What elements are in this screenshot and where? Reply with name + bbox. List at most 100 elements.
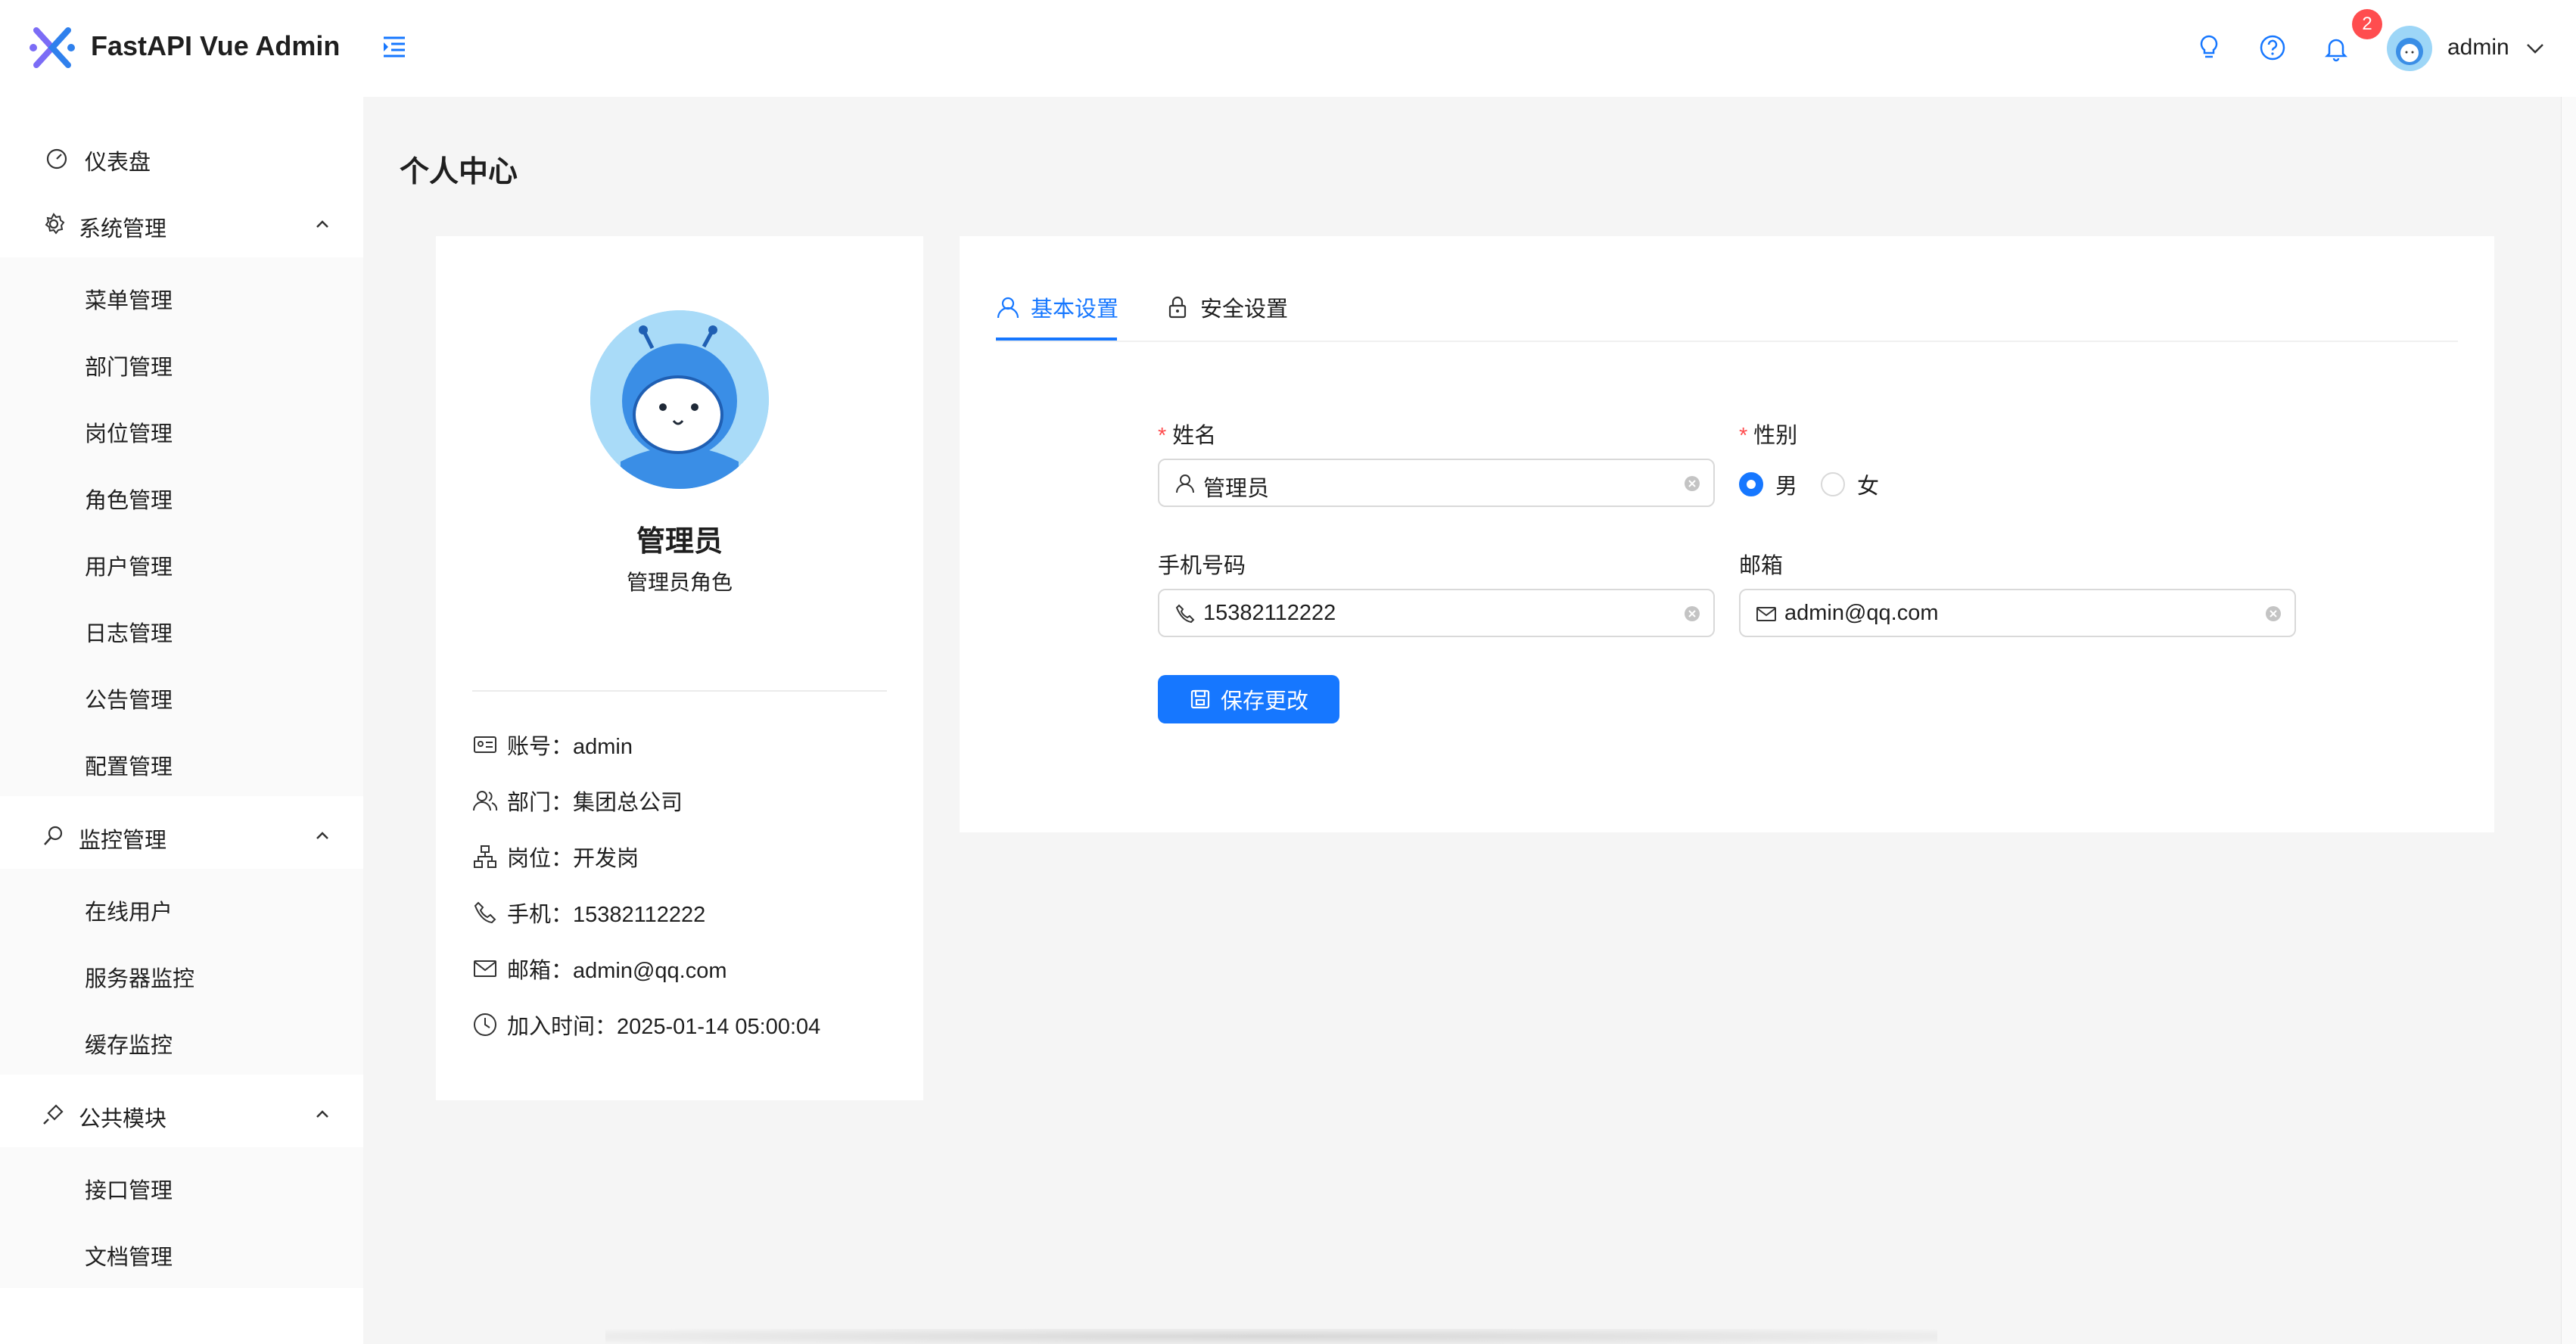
sidebar-item-config[interactable]: 配置管理 bbox=[0, 729, 363, 795]
radio-dot bbox=[1821, 472, 1845, 496]
tab-label: 安全设置 bbox=[1200, 297, 1289, 322]
clear-icon[interactable] bbox=[1683, 474, 1701, 493]
email-field-value: admin@qq.com bbox=[1784, 601, 1939, 625]
name-field[interactable]: 管理员 bbox=[1158, 459, 1715, 507]
sidebar-item-notice[interactable]: 公告管理 bbox=[0, 662, 363, 729]
tabs-divider bbox=[996, 341, 2458, 342]
menu-collapse-icon[interactable] bbox=[381, 33, 408, 61]
lock-icon bbox=[1168, 296, 1187, 319]
tab-security-settings[interactable]: 安全设置 bbox=[1165, 291, 1288, 324]
email-field[interactable]: admin@qq.com bbox=[1739, 589, 2296, 637]
profile-avatar[interactable] bbox=[590, 310, 769, 489]
sidebar-item-dashboard[interactable]: 仪表盘 bbox=[0, 124, 363, 191]
sidebar-item-label: 菜单管理 bbox=[85, 289, 173, 313]
required-mark: * bbox=[1739, 424, 1748, 448]
active-tab-indicator bbox=[996, 338, 1117, 341]
name-field-value: 管理员 bbox=[1203, 477, 1270, 501]
app-title: FastAPI Vue Admin bbox=[91, 30, 341, 61]
sidebar-item-label: 文档管理 bbox=[85, 1246, 173, 1270]
settings-card bbox=[960, 236, 2494, 832]
gender-label: * 性别 bbox=[1739, 418, 1797, 450]
info-phone: 手机：15382112222 bbox=[472, 898, 705, 928]
clear-icon[interactable] bbox=[1683, 605, 1701, 623]
bell-icon[interactable] bbox=[2322, 33, 2350, 62]
sidebar-group-common[interactable]: 公共模块 bbox=[0, 1081, 363, 1147]
plug-icon bbox=[43, 1104, 64, 1125]
tab-basic-settings[interactable]: 基本设置 bbox=[996, 291, 1118, 324]
sidebar-item-api[interactable]: 接口管理 bbox=[0, 1153, 363, 1219]
phone-icon bbox=[474, 901, 496, 924]
sidebar-group-monitor[interactable]: 监控管理 bbox=[0, 802, 363, 869]
org-chart-icon bbox=[474, 845, 496, 868]
gender-radio-male[interactable]: 男 bbox=[1739, 471, 1798, 499]
chevron-up-icon bbox=[316, 832, 328, 839]
sidebar-item-user[interactable]: 用户管理 bbox=[0, 529, 363, 596]
sidebar-item-dept[interactable]: 部门管理 bbox=[0, 329, 363, 396]
id-card-icon bbox=[474, 736, 496, 753]
sidebar-item-role[interactable]: 角色管理 bbox=[0, 462, 363, 529]
sidebar-item-label: 岗位管理 bbox=[85, 422, 173, 446]
sidebar-item-docs[interactable]: 文档管理 bbox=[0, 1219, 363, 1286]
header-username[interactable]: admin bbox=[2447, 35, 2509, 61]
lightbulb-icon[interactable] bbox=[2195, 33, 2223, 62]
gender-radio-female[interactable]: 女 bbox=[1821, 471, 1880, 499]
required-mark: * bbox=[1158, 424, 1167, 448]
phone-label: 手机号码 bbox=[1158, 554, 1246, 578]
app-logo-icon bbox=[30, 27, 75, 68]
sidebar-item-cache-monitor[interactable]: 缓存监控 bbox=[0, 1007, 363, 1074]
radio-label: 男 bbox=[1775, 474, 1798, 499]
sidebar-item-online-users[interactable]: 在线用户 bbox=[0, 874, 363, 941]
info-position: 岗位：开发岗 bbox=[472, 842, 639, 872]
sidebar-item-menu[interactable]: 菜单管理 bbox=[0, 263, 363, 329]
sidebar-item-position[interactable]: 岗位管理 bbox=[0, 396, 363, 462]
user-avatar[interactable] bbox=[2387, 26, 2432, 71]
info-email: 邮箱：admin@qq.com bbox=[472, 954, 727, 984]
notification-badge: 2 bbox=[2352, 9, 2382, 39]
clock-icon bbox=[474, 1013, 496, 1036]
sidebar-group-system[interactable]: 系统管理 bbox=[0, 191, 363, 257]
save-button-label: 保存更改 bbox=[1220, 689, 1308, 714]
chevron-down-icon[interactable] bbox=[2525, 38, 2546, 59]
name-label-text: 姓名 bbox=[1172, 424, 1217, 448]
help-icon[interactable] bbox=[2258, 33, 2287, 62]
monitor-icon bbox=[44, 826, 63, 845]
info-phone-text: 手机：15382112222 bbox=[507, 903, 706, 927]
info-joined: 加入时间：2025-01-14 05:00:04 bbox=[472, 1010, 820, 1040]
clear-icon[interactable] bbox=[2264, 605, 2282, 623]
top-header: FastAPI Vue Admin 2 admin bbox=[0, 0, 2576, 97]
sidebar-item-label: 服务器监控 bbox=[85, 967, 195, 991]
sidebar-item-label: 仪表盘 bbox=[85, 151, 151, 175]
page-scrollbar[interactable] bbox=[2561, 97, 2576, 1344]
sidebar-group-label: 系统管理 bbox=[79, 217, 167, 241]
info-account-text: 账号：admin bbox=[507, 735, 633, 759]
chevron-up-icon bbox=[316, 220, 328, 228]
save-icon bbox=[1190, 689, 1210, 709]
phone-field[interactable]: 15382112222 bbox=[1158, 589, 1715, 637]
team-icon bbox=[473, 791, 498, 811]
sidebar-item-log[interactable]: 日志管理 bbox=[0, 596, 363, 662]
sidebar-item-label: 用户管理 bbox=[85, 555, 173, 580]
save-changes-button[interactable]: 保存更改 bbox=[1158, 675, 1339, 723]
sidebar-item-label: 在线用户 bbox=[85, 901, 173, 925]
name-label: * 姓名 bbox=[1158, 418, 1216, 450]
sidebar-group-label: 监控管理 bbox=[79, 829, 167, 853]
gear-icon bbox=[45, 213, 65, 235]
gender-label-text: 性别 bbox=[1753, 424, 1798, 448]
sidebar-group-label: 公共模块 bbox=[79, 1107, 167, 1131]
radio-label: 女 bbox=[1857, 474, 1880, 499]
phone-icon bbox=[1175, 604, 1195, 624]
email-label: 邮箱 bbox=[1739, 554, 1784, 578]
mail-icon bbox=[474, 960, 496, 977]
profile-name: 管理员 bbox=[636, 526, 723, 558]
sidebar-item-label: 接口管理 bbox=[85, 1179, 173, 1203]
sidebar-item-server-monitor[interactable]: 服务器监控 bbox=[0, 941, 363, 1007]
page-title: 个人中心 bbox=[400, 156, 518, 188]
chevron-up-icon bbox=[316, 1110, 328, 1118]
info-department-text: 部门：集团总公司 bbox=[507, 791, 683, 815]
sidebar-item-label: 配置管理 bbox=[85, 755, 173, 779]
sidebar-item-label: 日志管理 bbox=[85, 622, 173, 646]
info-department: 部门：集团总公司 bbox=[472, 786, 683, 816]
radio-dot bbox=[1739, 472, 1763, 496]
sidebar-item-label: 部门管理 bbox=[85, 356, 173, 380]
bottom-shadow bbox=[605, 1329, 1937, 1344]
